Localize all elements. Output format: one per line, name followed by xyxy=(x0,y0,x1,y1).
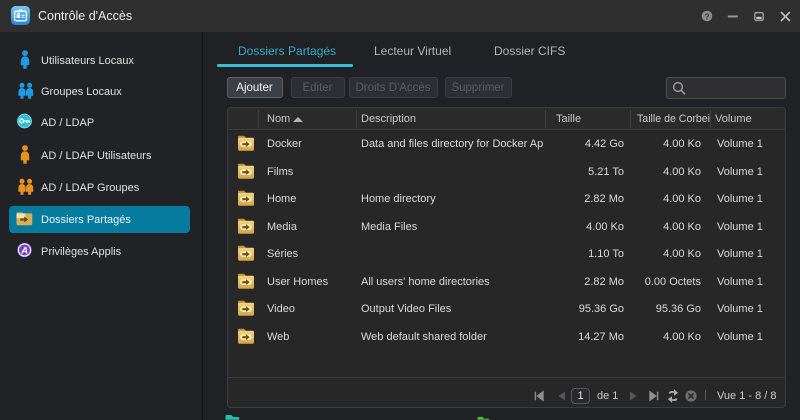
svg-text:A: A xyxy=(20,245,28,256)
svg-text:?: ? xyxy=(704,12,709,22)
